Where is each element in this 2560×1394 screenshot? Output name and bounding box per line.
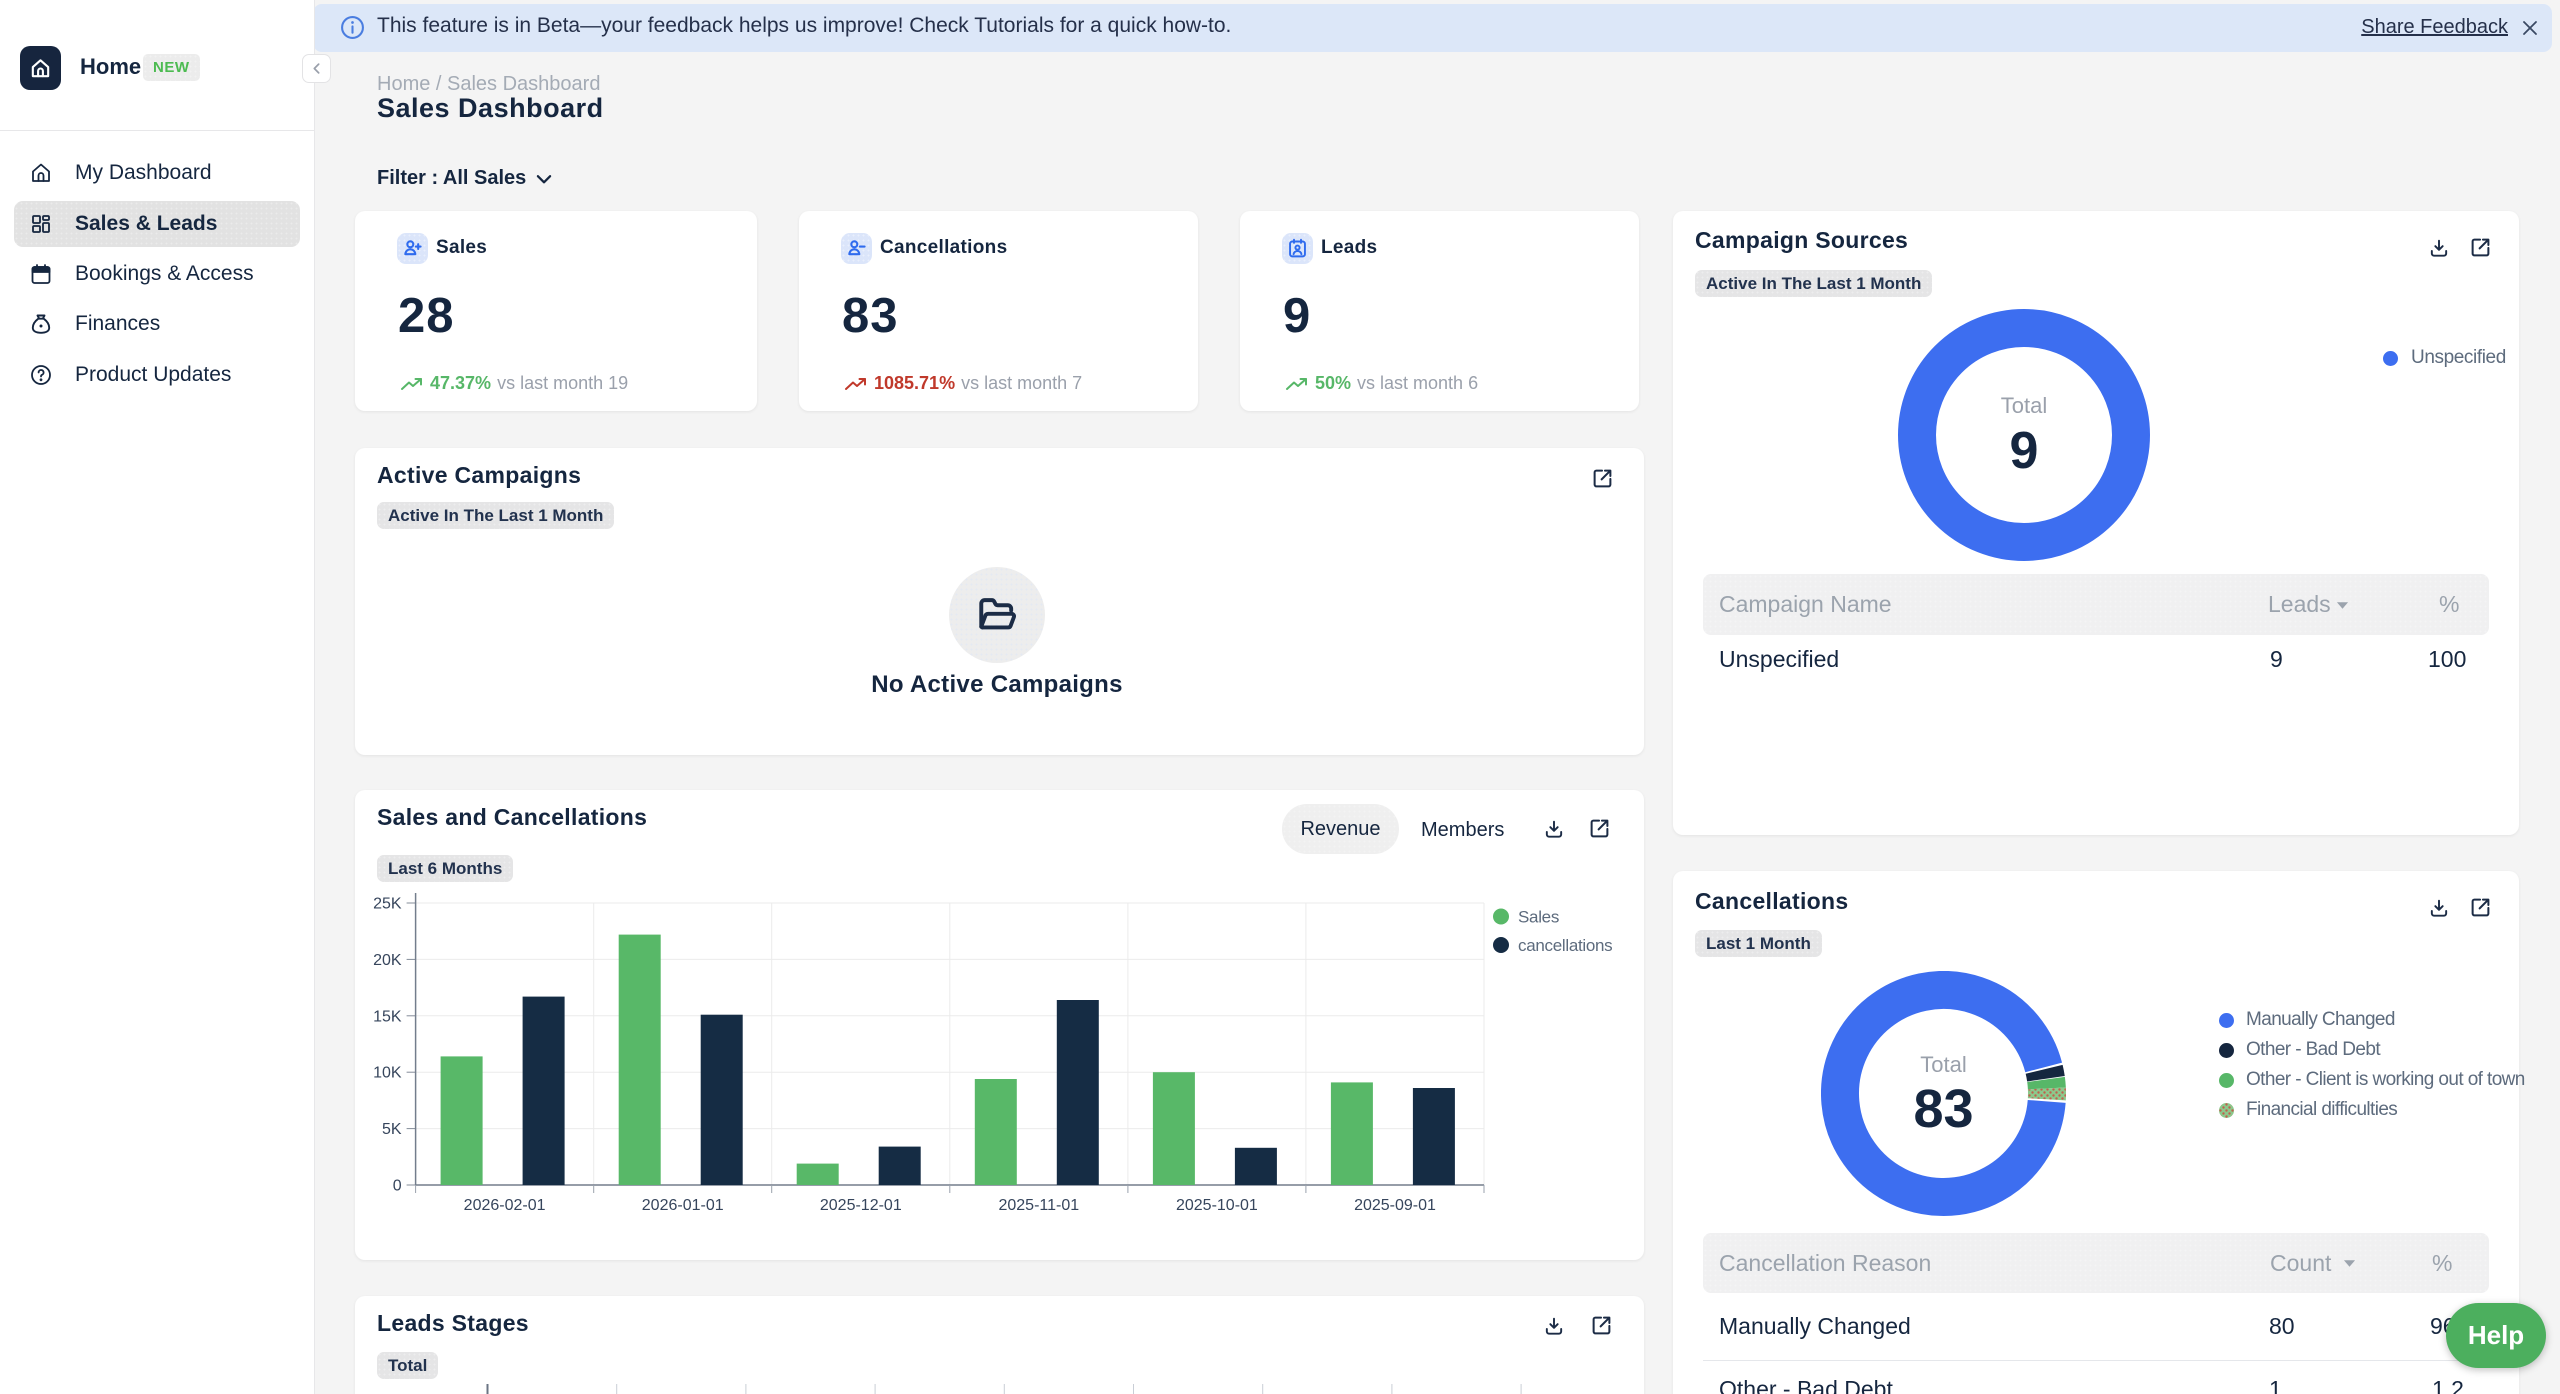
svg-text:0: 0 bbox=[393, 1178, 402, 1195]
svg-text:10K: 10K bbox=[373, 1065, 402, 1082]
svg-text:cancellations: cancellations bbox=[1518, 936, 1612, 955]
svg-text:2025-10-01: 2025-10-01 bbox=[1176, 1197, 1258, 1214]
svg-text:2026-01-01: 2026-01-01 bbox=[642, 1197, 724, 1214]
svg-text:15K: 15K bbox=[373, 1008, 402, 1025]
svg-text:2025-09-01: 2025-09-01 bbox=[1354, 1197, 1436, 1214]
svg-text:25K: 25K bbox=[373, 896, 402, 913]
svg-text:2026-02-01: 2026-02-01 bbox=[464, 1197, 546, 1214]
svg-text:2025-11-01: 2025-11-01 bbox=[998, 1197, 1079, 1214]
svg-text:20K: 20K bbox=[373, 952, 402, 969]
svg-text:Sales: Sales bbox=[1518, 908, 1559, 927]
svg-text:5K: 5K bbox=[382, 1121, 402, 1138]
svg-text:2025-12-01: 2025-12-01 bbox=[820, 1197, 902, 1214]
